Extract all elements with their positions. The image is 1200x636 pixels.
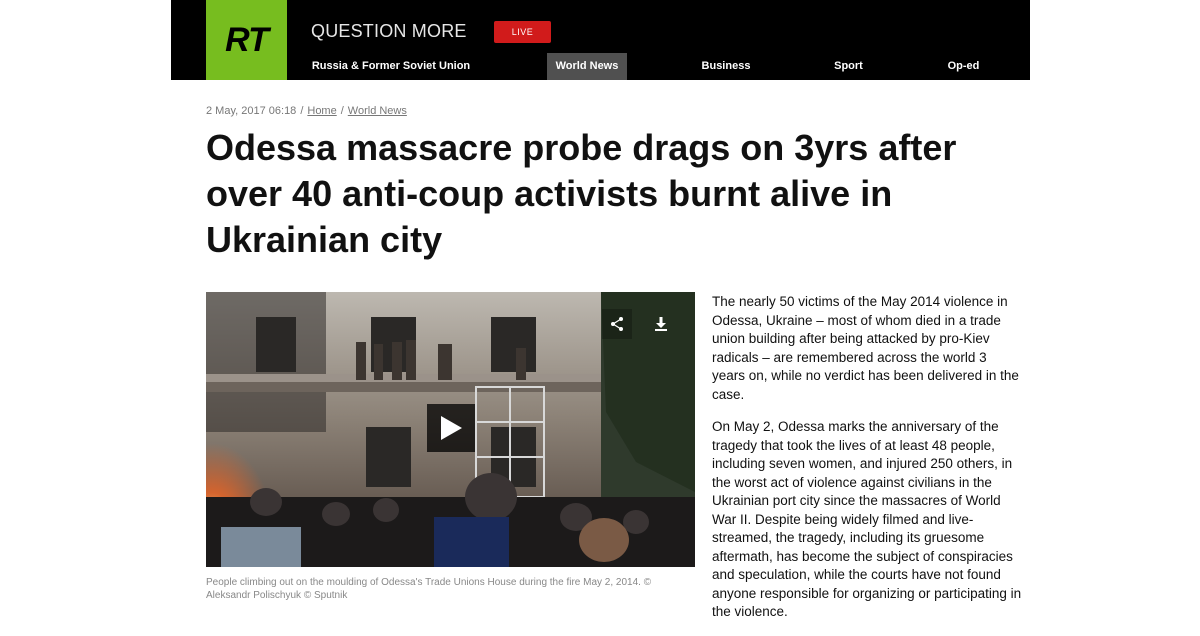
breadcrumb-world-news[interactable]: World News [348,105,407,117]
main-nav: Russia & Former Soviet Union World News … [171,53,1030,80]
article-body: The nearly 50 victims of the May 2014 vi… [712,293,1022,636]
article-paragraph: On May 2, Odessa marks the anniversary o… [712,419,1022,619]
nav-item-op-ed[interactable]: Op-ed [936,53,991,80]
live-button[interactable]: LIVE [494,21,551,43]
image-caption: People climbing out on the moulding of O… [206,577,652,601]
play-icon [441,416,462,440]
nav-item-russia[interactable]: Russia & Former Soviet Union [311,53,471,80]
breadcrumb-home[interactable]: Home [307,105,336,117]
tagline: QUESTION MORE [311,21,467,41]
article-video[interactable] [206,292,695,567]
article-title: Odessa massacre probe drags on 3yrs afte… [206,127,957,260]
share-icon [611,317,623,331]
article-date: 2 May, 2017 06:18 [206,105,297,117]
download-icon [655,317,667,331]
nav-item-sport[interactable]: Sport [821,53,876,80]
download-button[interactable] [646,309,676,339]
breadcrumb: 2 May, 2017 06:18/Home / World News [206,105,407,117]
site-header: RT QUESTION MORE LIVE Russia & Former So… [171,0,1030,80]
share-button[interactable] [602,309,632,339]
article-paragraph: The nearly 50 victims of the May 2014 vi… [712,294,1019,402]
nav-item-business[interactable]: Business [691,53,761,80]
play-button[interactable] [427,404,475,452]
nav-item-world-news[interactable]: World News [547,53,627,80]
